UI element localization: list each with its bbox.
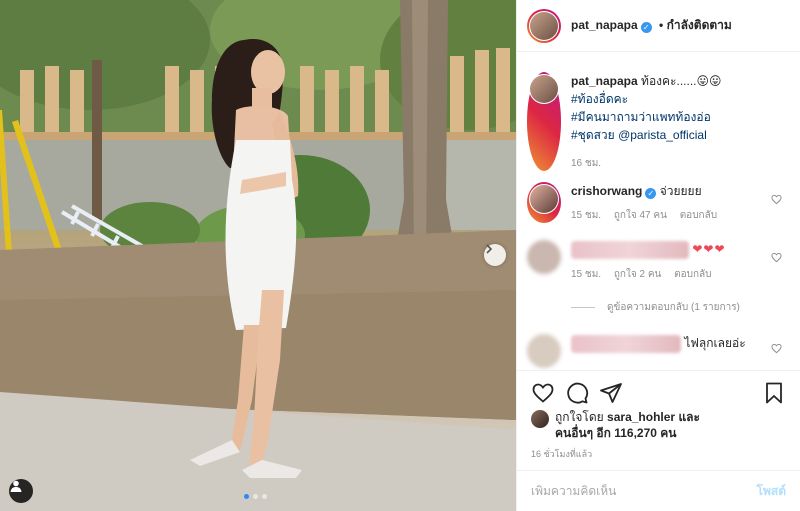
reply-button[interactable]: ตอบกลับ xyxy=(680,210,717,221)
heart-icon[interactable] xyxy=(531,381,555,405)
comment-item: crishorwang ✓ จ่วยยยย 15 ชม. ถูกใจ 47 คน … xyxy=(517,182,800,223)
carousel-dot xyxy=(262,494,267,499)
liked-by-section: ถูกใจโดย sara_hohler และ คนอื่นๆ อีก 116… xyxy=(517,407,800,441)
mention-link[interactable]: @parista_official xyxy=(618,128,707,142)
next-photo-button[interactable] xyxy=(484,244,506,266)
comment-time: 15 ชม. xyxy=(571,210,602,221)
comment-username-blurred[interactable] xyxy=(571,334,681,353)
post-time[interactable]: 16 ชั่วโมงที่แล้ว xyxy=(517,441,800,461)
reply-button[interactable]: ตอบกลับ xyxy=(674,269,711,280)
carousel-dot xyxy=(244,494,249,499)
caption-username[interactable]: pat_napapa xyxy=(571,74,638,88)
view-replies-label: ดูข้อความตอบกลับ (1 รายการ) xyxy=(607,301,740,313)
hashtag-link[interactable]: #ท้องอื่ดคะ xyxy=(571,92,628,106)
comment-avatar-ring[interactable] xyxy=(527,182,561,223)
author-avatar[interactable] xyxy=(530,11,558,40)
comment-likes[interactable]: ถูกใจ 47 คน xyxy=(614,210,667,221)
person-tag-icon xyxy=(10,480,22,492)
photo-scene xyxy=(0,0,516,511)
author-username[interactable]: pat_napapa xyxy=(571,18,638,32)
caption-text: ท้องคะ......😛😛 xyxy=(641,74,722,88)
post-photo[interactable] xyxy=(0,0,516,511)
author-avatar-ring[interactable] xyxy=(527,8,561,43)
liker-avatar[interactable] xyxy=(531,410,549,428)
caption-time: 16 ชม. xyxy=(571,158,602,169)
hashtag-link[interactable]: #ชุดสวย xyxy=(571,128,615,142)
caption-row: pat_napapa ท้องคะ......😛😛 #ท้องอื่ดคะ #ม… xyxy=(517,72,800,171)
comment-username-blurred[interactable] xyxy=(571,240,689,259)
replies-divider xyxy=(571,306,595,308)
post-side-panel: pat_napapa ✓ • กำลังติดตาม pat_napapa ท้อ… xyxy=(516,0,800,511)
post-actions: ถูกใจโดย sara_hohler และ คนอื่นๆ อีก 116… xyxy=(517,370,800,464)
comment-avatar[interactable] xyxy=(527,334,561,368)
comment-item: ❤❤❤ 15 ชม. ถูกใจ 2 คน ตอบกลับ ดูข้อความต… xyxy=(517,240,800,315)
caption-avatar-ring[interactable] xyxy=(527,72,561,171)
comment-text: จ่วยยยย xyxy=(659,184,702,198)
liked-by-others[interactable]: คนอื่นๆ อีก 116,270 คน xyxy=(555,426,677,440)
bookmark-icon[interactable] xyxy=(762,381,786,405)
carousel-dot xyxy=(253,494,258,499)
comment-text: ❤❤❤ xyxy=(692,242,726,256)
chevron-right-icon xyxy=(486,244,493,254)
liked-by-prefix: ถูกใจโดย xyxy=(555,410,604,424)
action-bar xyxy=(517,371,800,407)
follow-status[interactable]: • กำลังติดตาม xyxy=(659,18,732,32)
comment-avatar[interactable] xyxy=(530,185,558,213)
user-tag-button[interactable] xyxy=(9,479,33,503)
comment-likes[interactable]: ถูกใจ 2 คน xyxy=(614,269,662,280)
comment-avatar[interactable] xyxy=(527,240,561,274)
share-icon[interactable] xyxy=(599,381,623,405)
comment-text: ไฟลุกเลยอ่ะ xyxy=(684,336,746,350)
post-header: pat_napapa ✓ • กำลังติดตาม xyxy=(517,0,800,52)
comments-list[interactable]: pat_napapa ท้องคะ......😛😛 #ท้องอื่ดคะ #ม… xyxy=(517,52,800,370)
comment-username[interactable]: crishorwang xyxy=(571,184,642,198)
comment-form: โพสต์ xyxy=(517,470,800,511)
post-comment-button[interactable]: โพสต์ xyxy=(757,482,786,501)
liked-by-conjunction: และ xyxy=(678,410,700,424)
comment-like-heart-icon[interactable] xyxy=(771,252,782,263)
comment-input[interactable] xyxy=(531,484,757,498)
comment-like-heart-icon[interactable] xyxy=(771,194,782,205)
verified-badge-icon: ✓ xyxy=(640,22,652,33)
liker-username[interactable]: sara_hohler xyxy=(607,410,675,424)
caption-body: pat_napapa ท้องคะ......😛😛 #ท้องอื่ดคะ #ม… xyxy=(571,72,790,171)
verified-badge-icon: ✓ xyxy=(645,188,657,199)
comment-time: 15 ชม. xyxy=(571,268,602,280)
hashtag-link[interactable]: #มีคนมาถามว่าแพทท้องอ่อ xyxy=(571,110,711,124)
view-replies-button[interactable]: ดูข้อความตอบกลับ (1 รายการ) xyxy=(571,300,790,315)
carousel-indicator xyxy=(244,494,267,499)
caption-avatar[interactable] xyxy=(530,75,558,103)
comment-item: ไฟลุกเลยอ่ะ xyxy=(517,334,800,368)
comment-like-heart-icon[interactable] xyxy=(771,343,782,354)
comment-icon[interactable] xyxy=(565,381,589,405)
